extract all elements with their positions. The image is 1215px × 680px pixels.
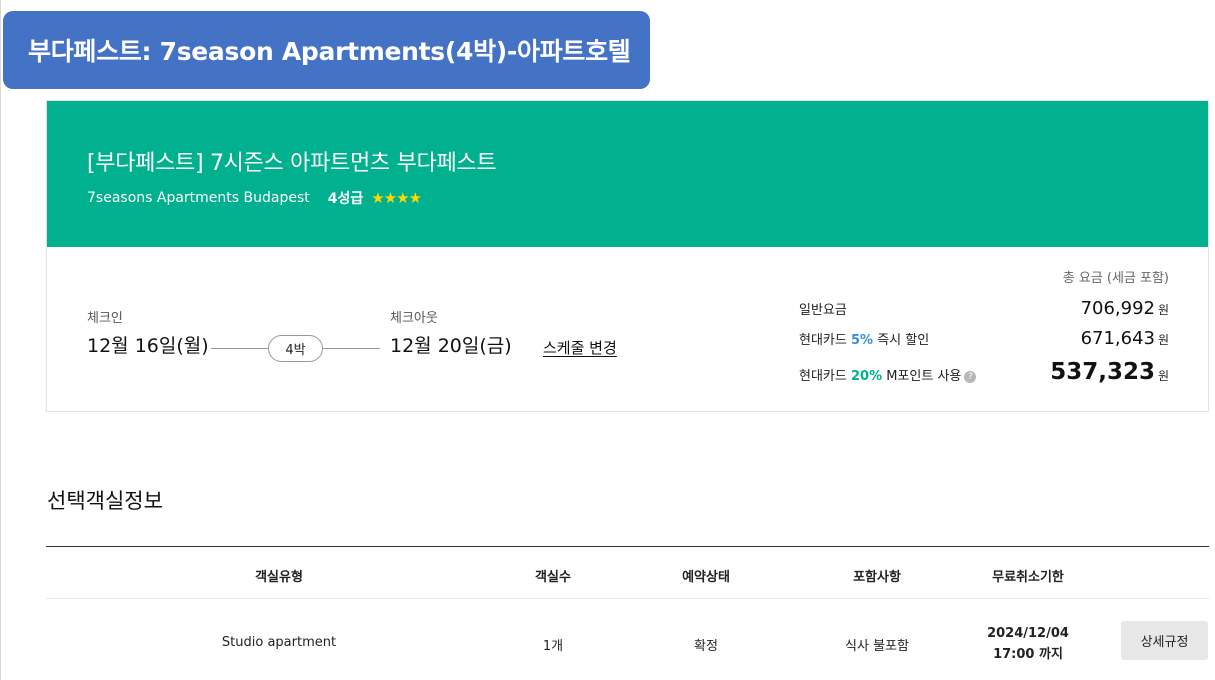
point-discount-text: M포인트 사용: [882, 369, 962, 384]
regular-price-amount: 706,992: [1080, 298, 1155, 319]
checkout-label: 체크아웃: [390, 311, 438, 326]
cancel-date: 2024/12/04: [987, 626, 1069, 641]
help-icon[interactable]: ?: [964, 370, 977, 383]
price-summary: 총 요금 (세금 포함) 일반요금 706,992 원 현대카드 5% 즉시 할…: [799, 267, 1169, 387]
hotel-header: [부다페스트] 7시즌스 아파트먼츠 부다페스트 7seasons Apartm…: [47, 101, 1208, 247]
point-discount-percent: 20%: [850, 369, 883, 384]
currency-unit: 원: [1157, 303, 1169, 317]
cancel-time: 17:00 까지: [993, 647, 1063, 662]
slide-title: 부다페스트: 7season Apartments(4박)-아파트호텔: [3, 11, 650, 89]
stay-dates: 체크인 12월 16일(월) 4박 체크아웃 12월 20일(금) 스케줄 변경: [87, 307, 647, 367]
instant-discount-text: 즉시 할인: [873, 333, 930, 348]
regular-price-row: 일반요금 706,992 원: [799, 295, 1169, 321]
checkout-date: 12월 20일(금): [390, 335, 512, 357]
checkin-date: 12월 16일(월): [87, 335, 209, 357]
card-name: 현대카드: [799, 333, 851, 348]
room-table: 객실유형 객실수 예약상태 포함사항 무료취소기한 Studio apartme…: [46, 546, 1209, 680]
point-discount-label: 현대카드 20% M포인트 사용?: [799, 365, 977, 384]
header-inclusions: 포함사항: [853, 570, 901, 585]
point-discount-row: 현대카드 20% M포인트 사용? 537,323 원: [799, 355, 1169, 387]
hotel-card: [부다페스트] 7시즌스 아파트먼츠 부다페스트 7seasons Apartm…: [46, 100, 1209, 412]
card-name: 현대카드: [799, 369, 851, 384]
hotel-subtitle: 7seasons Apartments Budapest 4성급 ★★★★: [87, 188, 422, 208]
regular-price-label: 일반요금: [799, 303, 847, 318]
instant-discount-amount: 671,643: [1080, 328, 1155, 349]
checkin-label: 체크인: [87, 311, 123, 326]
left-border: [0, 0, 1, 680]
instant-discount-row: 현대카드 5% 즉시 할인 671,643 원: [799, 325, 1169, 351]
header-room-type: 객실유형: [255, 570, 303, 585]
detail-rules-button[interactable]: 상세규정: [1121, 621, 1208, 660]
final-price-amount: 537,323: [1050, 359, 1155, 385]
hotel-name-english: 7seasons Apartments Budapest: [87, 190, 310, 206]
instant-discount-label: 현대카드 5% 즉시 할인: [799, 329, 929, 348]
header-room-count: 객실수: [535, 570, 571, 585]
room-type: Studio apartment: [221, 635, 337, 650]
hotel-name-korean: [부다페스트] 7시즌스 아파트먼츠 부다페스트: [87, 151, 497, 176]
header-free-cancel-deadline: 무료취소기한: [992, 570, 1064, 585]
reservation-status: 확정: [694, 639, 718, 654]
stay-connector-line: [322, 348, 380, 349]
total-price-note: 총 요금 (세금 포함): [1062, 271, 1169, 286]
change-schedule-link[interactable]: 스케줄 변경: [543, 337, 617, 358]
room-inclusions: 식사 불포함: [845, 639, 909, 654]
room-info-title: 선택객실정보: [47, 489, 163, 513]
instant-discount-percent: 5%: [850, 333, 874, 348]
table-row: Studio apartment 1개 확정 식사 불포함 2024/12/04…: [46, 599, 1209, 680]
currency-unit: 원: [1157, 333, 1169, 347]
free-cancel-deadline: 2024/12/04 17:00 까지: [987, 623, 1069, 665]
header-reservation-status: 예약상태: [682, 570, 730, 585]
room-count: 1개: [542, 639, 564, 654]
stay-connector-line: [211, 348, 269, 349]
star-rating-icon: ★★★★: [371, 189, 422, 207]
hotel-grade: 4성급: [327, 191, 364, 207]
currency-unit: 원: [1157, 369, 1169, 383]
table-header: 객실유형 객실수 예약상태 포함사항 무료취소기한: [46, 546, 1209, 599]
nights-badge: 4박: [268, 335, 323, 362]
